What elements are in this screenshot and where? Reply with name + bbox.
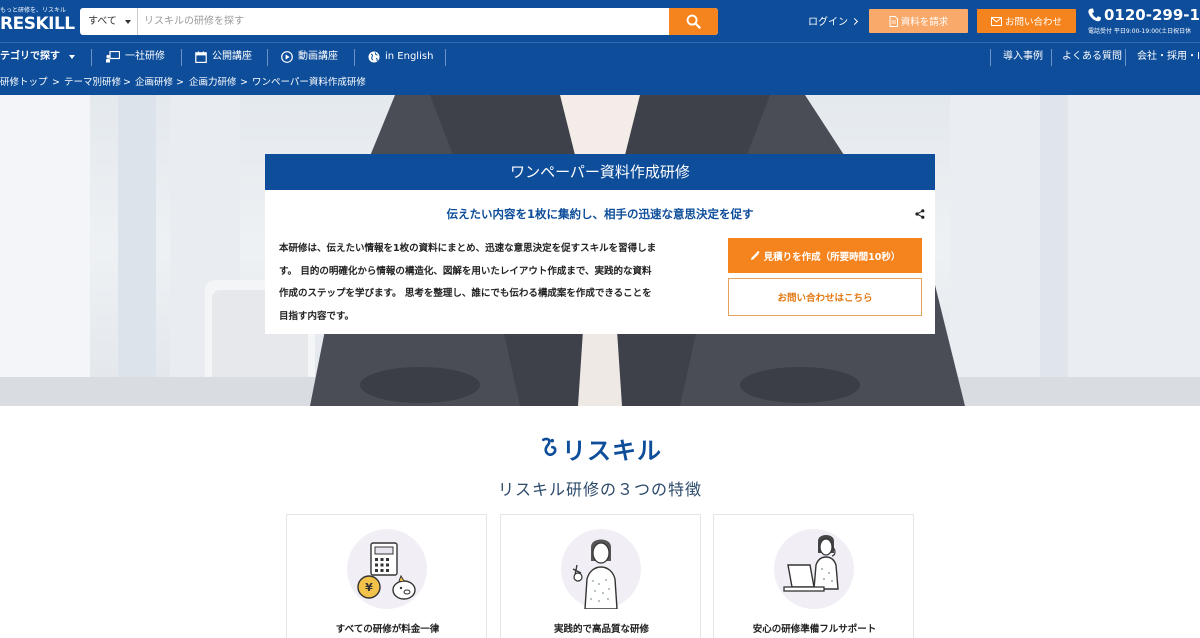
- brand-name: リスキル: [562, 436, 662, 465]
- feature-card[interactable]: 実践的で高品質な研修: [500, 514, 701, 638]
- logo-tagline: もっと研修を、リスキル: [0, 7, 67, 14]
- request-document-button[interactable]: 資料を請求: [869, 9, 968, 33]
- breadcrumb-current: ワンペーパー資料作成研修: [252, 77, 366, 88]
- nav-item-label: 動画講座: [298, 51, 338, 62]
- site-logo[interactable]: もっと研修を、リスキル RESKILL: [0, 5, 78, 37]
- classroom-icon: [106, 51, 120, 63]
- chevron-right-icon: [850, 17, 859, 26]
- breadcrumb-item[interactable]: 企画研修: [135, 71, 173, 94]
- nav-item-public-course[interactable]: 公開講座: [195, 43, 252, 71]
- search-category-label: すべて: [88, 16, 117, 27]
- phone-number: 0120-299-1: [1104, 6, 1200, 24]
- feature-card[interactable]: 安心の研修準備フルサポート: [713, 514, 914, 638]
- nav-divider: [445, 49, 446, 66]
- breadcrumb-separator: >: [240, 77, 248, 88]
- nav-item-case-studies[interactable]: 導入事例: [1003, 43, 1043, 71]
- nav-divider: [990, 49, 991, 66]
- reskill-logo-mark-icon: [541, 437, 557, 457]
- brand-logo: リスキル: [540, 432, 662, 465]
- breadcrumb-item[interactable]: 企画力研修: [189, 71, 237, 94]
- main-nav: テゴリで探す 一社研修 公開講座 動画講座 in English 導入事例 よく…: [0, 42, 1200, 71]
- logo-text: RESKILL: [0, 14, 75, 34]
- breadcrumb-separator: >: [123, 77, 131, 88]
- course-info-card: ワンペーパー資料作成研修 伝えたい内容を1枚に集約し、相手の迅速な意思決定を促す…: [265, 154, 935, 334]
- nav-item-inhouse-training[interactable]: 一社研修: [106, 43, 165, 71]
- nav-item-label: 導入事例: [1003, 51, 1043, 62]
- document-icon: [889, 15, 898, 27]
- course-subtitle: 伝えたい内容を1枚に集約し、相手の迅速な意思決定を促す: [446, 207, 754, 221]
- nav-divider: [1125, 49, 1126, 66]
- nav-divider: [1051, 49, 1052, 66]
- breadcrumb: 研修トップ > テーマ別研修 > 企画研修 > 企画力研修 > ワンペーパー資料…: [0, 71, 1200, 95]
- nav-divider: [354, 49, 355, 66]
- nav-divider: [181, 49, 182, 66]
- calendar-icon: [195, 51, 207, 63]
- nav-item-faq[interactable]: よくある質問: [1062, 43, 1122, 71]
- course-description: 本研修は、伝えたい情報を1枚の資料にまとめ、迅速な意思決定を促すスキルを習得しま…: [279, 238, 704, 328]
- nav-item-label: 会社・採用・IR: [1137, 51, 1200, 62]
- inquiry-label: お問い合わせはこちら: [777, 293, 873, 304]
- nav-item-label: よくある質問: [1062, 51, 1122, 62]
- contact-label: お問い合わせ: [1004, 17, 1062, 28]
- nav-divider: [267, 49, 268, 66]
- phone-icon: [1088, 8, 1101, 22]
- nav-item-label: 公開講座: [212, 51, 252, 62]
- contact-button[interactable]: お問い合わせ: [977, 9, 1076, 33]
- feature-label: 実践的で高品質な研修: [553, 624, 649, 635]
- search-input[interactable]: [142, 8, 662, 35]
- nav-category-dropdown[interactable]: テゴリで探す: [0, 43, 75, 71]
- course-description-line: 目指す内容です。: [279, 310, 355, 322]
- search-category-select[interactable]: すべて: [80, 8, 138, 35]
- breadcrumb-separator: >: [52, 77, 60, 88]
- search-icon: [686, 14, 701, 29]
- feature-label: すべての研修が料金一律: [335, 624, 440, 635]
- globe-icon: [368, 51, 380, 63]
- nav-category-label: テゴリで探す: [0, 51, 60, 62]
- course-description-line: 作成のステップを学びます。 思考を整理し、誰にでも伝わる構成案を作成できることを: [279, 288, 652, 299]
- hero-banner: ワンペーパー資料作成研修 伝えたい内容を1枚に集約し、相手の迅速な意思決定を促す…: [0, 95, 1200, 406]
- site-header: もっと研修を、リスキル RESKILL すべて ログイン 資料を請求: [0, 0, 1200, 42]
- phone-contact[interactable]: 0120-299-1 電話受付 平日9:00-19:00(土日祝日休: [1088, 6, 1200, 38]
- nav-item-company[interactable]: 会社・採用・IR: [1137, 43, 1200, 71]
- feature-card[interactable]: ¥ すべての研修が料金一律: [286, 514, 487, 638]
- breadcrumb-item[interactable]: テーマ別研修: [64, 71, 121, 94]
- login-label: ログイン: [808, 17, 848, 28]
- nav-item-english[interactable]: in English: [368, 43, 433, 71]
- create-estimate-label: 見積りを作成（所要時間10秒）: [763, 251, 901, 263]
- feature-label: 安心の研修準備フルサポート: [752, 624, 877, 635]
- play-icon: [281, 51, 293, 63]
- mail-icon: [990, 16, 1002, 26]
- course-title: ワンペーパー資料作成研修: [265, 154, 935, 190]
- course-description-line: す。 目的の明確化から情報の構造化、図解を用いたレイアウト作成まで、実践的な資料: [279, 265, 652, 277]
- nav-item-label: 一社研修: [125, 51, 165, 62]
- inquiry-button[interactable]: お問い合わせはこちら: [728, 278, 922, 316]
- share-icon[interactable]: [915, 209, 925, 219]
- search-bar: すべて: [80, 8, 718, 35]
- breadcrumb-separator: >: [176, 77, 184, 88]
- course-description-line: 本研修は、伝えたい情報を1枚の資料にまとめ、迅速な意思決定を促すスキルを習得しま: [279, 243, 657, 254]
- breadcrumb-item[interactable]: 研修トップ: [0, 71, 48, 94]
- calculator-piggybank-icon: ¥: [357, 542, 416, 600]
- nav-item-label: in English: [385, 51, 434, 62]
- pencil-icon: [750, 250, 760, 260]
- create-estimate-button[interactable]: 見積りを作成（所要時間10秒）: [728, 238, 922, 273]
- phone-hours: 電話受付 平日9:00-19:00(土日祝日休: [1088, 28, 1192, 35]
- svg-text:¥: ¥: [365, 581, 373, 594]
- instructor-icon: [572, 539, 618, 609]
- nav-item-video-course[interactable]: 動画講座: [281, 43, 338, 71]
- chevron-down-icon: [125, 20, 131, 24]
- phone-number-row: 0120-299-1: [1088, 6, 1200, 24]
- search-button[interactable]: [669, 8, 718, 35]
- features-title: リスキル研修の３つの特徴: [497, 480, 702, 499]
- login-link[interactable]: ログイン: [808, 13, 859, 28]
- chevron-down-icon: [69, 55, 75, 59]
- support-operator-icon: [783, 535, 839, 592]
- nav-divider: [91, 49, 92, 66]
- request-document-label: 資料を請求: [900, 17, 949, 28]
